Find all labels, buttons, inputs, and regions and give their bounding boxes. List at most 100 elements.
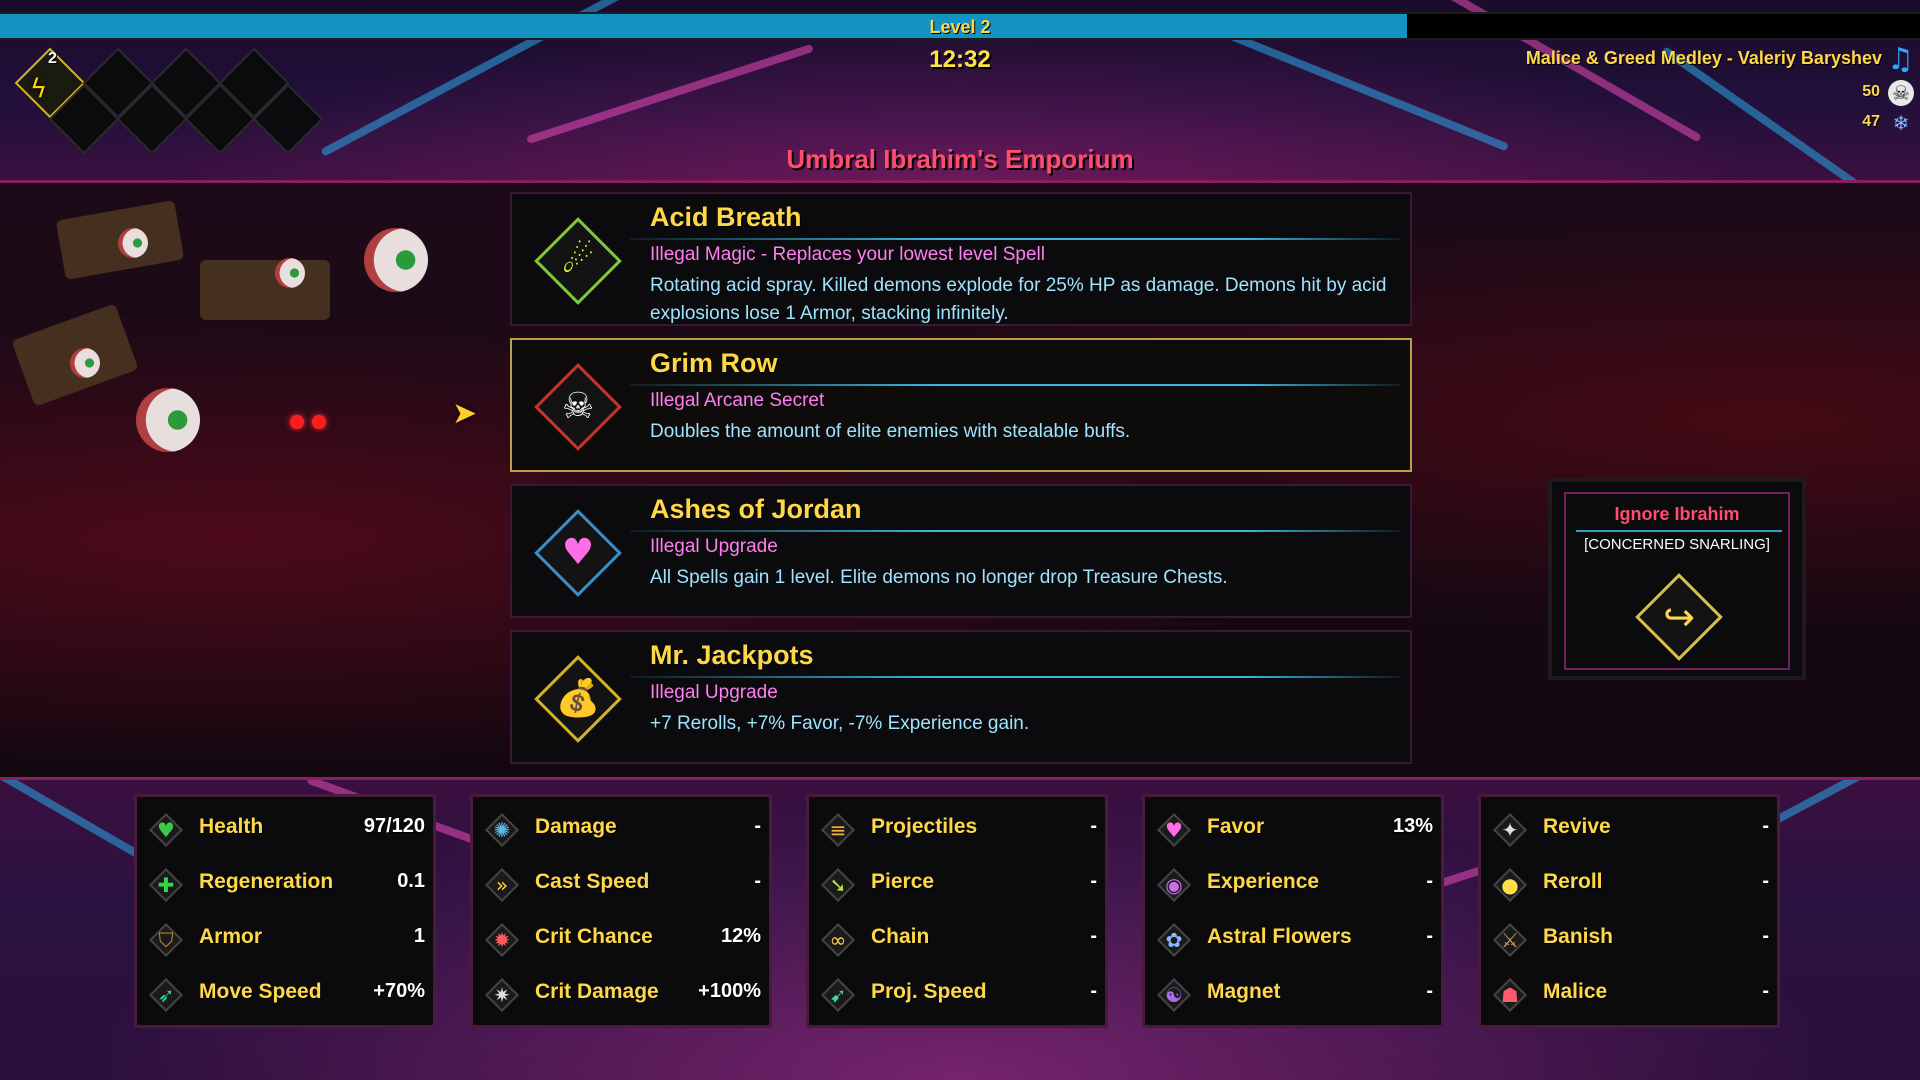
flower-icon: ✿ [1155, 921, 1193, 959]
music-note-icon: ♫ [1887, 42, 1914, 77]
shop-offer-card[interactable]: 💰 Mr. Jackpots Illegal Upgrade +7 Reroll… [510, 630, 1412, 764]
stat-value: - [1762, 925, 1769, 947]
shield-icon: ⛉ [147, 921, 185, 959]
stat-label: Cast Speed [535, 870, 650, 893]
stat-label: Armor [199, 925, 263, 948]
pierce-arrow-icon: ➘ [819, 866, 857, 904]
offer-type: Illegal Upgrade [650, 682, 778, 703]
brain-icon: ✺ [483, 811, 521, 849]
money-bag-icon: 💰 [555, 678, 601, 719]
stat-label: Proj. Speed [871, 980, 987, 1003]
stat-value: +100% [698, 980, 761, 1002]
stat-label: Regeneration [199, 870, 334, 893]
stat-row: ➶ Move Speed +70% [137, 970, 433, 1020]
boot-icon: ➶ [147, 976, 185, 1014]
stat-row: ➹ Proj. Speed - [809, 970, 1105, 1020]
orb-icon: ◉ [1155, 866, 1193, 904]
stat-value: - [754, 870, 761, 892]
offer-description: +7 Rerolls, +7% Favor, -7% Experience ga… [650, 713, 1030, 734]
stat-label: Banish [1543, 925, 1614, 948]
now-playing-track: Malice & Greed Medley - Valeriy Baryshev [1525, 48, 1882, 68]
stat-panel: ✦ Revive - ● Reroll - ⚔ Banish - ☗ Malice - [1478, 794, 1780, 1028]
angel-wings-icon: ✦ [1491, 811, 1529, 849]
offer-type: Illegal Upgrade [650, 536, 778, 557]
offer-icon-frame: ☄ [534, 217, 622, 305]
stat-row: ♥ Health 97/120 [137, 805, 433, 855]
stat-panel: ♥ Favor 13% ◉ Experience - ✿ Astral Flowers - ☯ Ma… [1142, 794, 1444, 1028]
offer-title: Ashes of Jordan [650, 494, 862, 524]
stat-row: ≡ Projectiles - [809, 805, 1105, 855]
offer-description: All Spells gain 1 level. Elite demons no… [650, 567, 1228, 588]
shop-offer-card-selected[interactable]: ☠ Grim Row Illegal Arcane Secret Doubles… [510, 338, 1412, 472]
reroll-bag-icon: ● [1491, 866, 1529, 904]
offer-icon-frame: ♥ [534, 509, 622, 597]
offer-title: Acid Breath [650, 202, 802, 232]
offer-title: Mr. Jackpots [650, 640, 814, 670]
stat-value: +70% [373, 980, 425, 1002]
stat-value: 0.1 [397, 870, 425, 892]
selection-pointer-icon: ➤ [452, 396, 478, 431]
heart-icon: ♥ [147, 811, 185, 849]
offer-type: Illegal Arcane Secret [650, 390, 825, 411]
stat-panel: ♥ Health 97/120 ✚ Regeneration 0.1 ⛉ Armor 1 ➶ Mov… [134, 794, 436, 1028]
stat-value: 12% [720, 925, 761, 947]
acid-flame-icon: ☄ [561, 240, 595, 281]
stat-row: ➘ Pierce - [809, 860, 1105, 910]
shop-title: Umbral Ibrahim's Emporium [786, 144, 1134, 174]
stat-row: ⛉ Armor 1 [137, 915, 433, 965]
swirl-icon: ☯ [1155, 976, 1193, 1014]
stat-label: Projectiles [871, 815, 978, 838]
stat-value: 1 [413, 925, 425, 947]
stat-row: ✚ Regeneration 0.1 [137, 860, 433, 910]
offer-description: Doubles the amount of elite enemies with… [650, 421, 1131, 442]
skip-arrow-icon: ↪ [1663, 595, 1695, 639]
skull-count: 50 [1862, 83, 1880, 100]
favor-heart-icon: ♥ [1155, 811, 1193, 849]
banish-sword-icon: ⚔ [1491, 921, 1529, 959]
skull-icon: ☠ [1888, 80, 1914, 106]
stacked-arrows-icon: ≡ [819, 811, 857, 849]
shadow-demon-eyes [290, 414, 334, 433]
stat-row: ☗ Malice - [1481, 970, 1777, 1020]
stat-value: - [1426, 870, 1433, 892]
stat-panel: ≡ Projectiles - ➘ Pierce - ∞ Chain - ➹ Proj. Speed… [806, 794, 1108, 1028]
ignore-ibrahim-subtitle: [CONCERNED SNARLING] [1584, 536, 1770, 553]
stat-label: Crit Damage [535, 980, 659, 1003]
stat-row: ✿ Astral Flowers - [1145, 915, 1441, 965]
plus-icon: ✚ [147, 866, 185, 904]
stat-label: Revive [1543, 815, 1611, 838]
stat-value: 13% [1392, 815, 1433, 837]
demon-face-icon: ☗ [1491, 976, 1529, 1014]
stat-panel: ✺ Damage - » Cast Speed - ✹ Crit Chance 12% ✷ Crit… [470, 794, 772, 1028]
offer-icon-frame: ☠ [534, 363, 622, 451]
experience-bar: Level 2 [0, 12, 1920, 40]
heart-spade-icon: ♥ [561, 532, 595, 573]
ignore-ibrahim-button[interactable]: ↪ [1634, 572, 1724, 662]
shop-offer-card[interactable]: ♥ Ashes of Jordan Illegal Upgrade All Sp… [510, 484, 1412, 618]
lightning-icon: ϟ [30, 74, 48, 104]
weapon-slot-level: 2 [48, 50, 57, 67]
stat-label: Chain [871, 925, 930, 948]
stat-value: - [754, 815, 761, 837]
stat-row: ✹ Crit Chance 12% [473, 915, 769, 965]
stat-value: - [1426, 980, 1433, 1002]
stat-label: Health [199, 815, 264, 838]
chain-icon: ∞ [819, 921, 857, 959]
stat-row: » Cast Speed - [473, 860, 769, 910]
shop-offer-card[interactable]: ☄ Acid Breath Illegal Magic - Replaces y… [510, 192, 1412, 326]
ignore-ibrahim-panel: Ignore Ibrahim [CONCERNED SNARLING] ↪ [1548, 478, 1806, 680]
stat-row: ✦ Revive - [1481, 805, 1777, 855]
stat-value: - [1090, 925, 1097, 947]
stat-label: Malice [1543, 980, 1608, 1003]
ignore-ibrahim-title: Ignore Ibrahim [1614, 504, 1740, 524]
stat-value: - [1090, 980, 1097, 1002]
stat-label: Crit Chance [535, 925, 653, 948]
stat-value: - [1426, 925, 1433, 947]
stat-label: Magnet [1207, 980, 1281, 1003]
stat-row: ● Reroll - [1481, 860, 1777, 910]
offer-icon-frame: 💰 [534, 655, 622, 743]
stat-label: Damage [535, 815, 617, 838]
stat-row: ◉ Experience - [1145, 860, 1441, 910]
weapon-slots: ϟ 2 [10, 47, 324, 158]
stat-row: ∞ Chain - [809, 915, 1105, 965]
